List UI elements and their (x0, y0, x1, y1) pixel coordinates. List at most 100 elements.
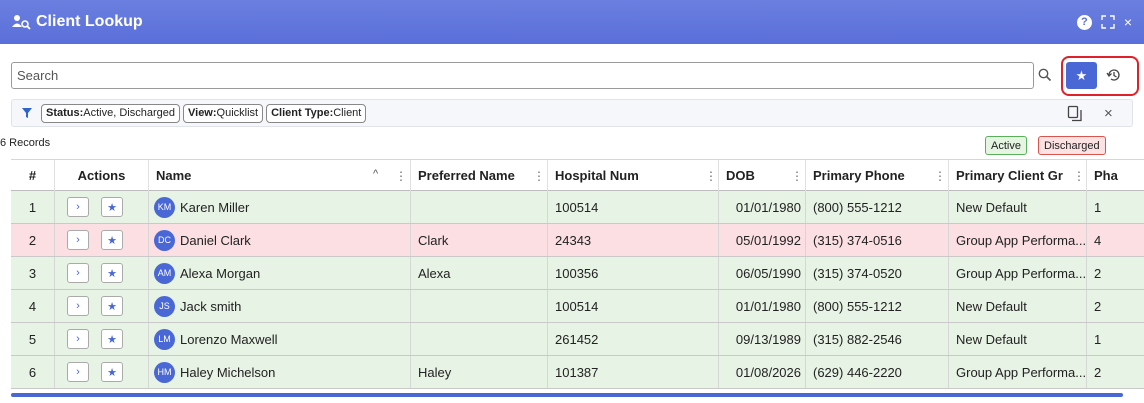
primary-client-group-cell: New Default (949, 323, 1087, 355)
hospital-num-cell: 261452 (548, 323, 719, 355)
open-client-button[interactable]: › (67, 197, 89, 217)
clear-filters-icon[interactable]: × (1104, 105, 1113, 122)
client-name-cell[interactable]: JS Jack smith (149, 290, 411, 322)
row-actions: › ★ (55, 224, 149, 256)
favorite-client-button[interactable]: ★ (101, 230, 123, 250)
table-row[interactable]: 3 › ★ AM Alexa Morgan Alexa 100356 06/05/1990 (3… (11, 257, 1144, 290)
table-row[interactable]: 5 › ★ LM Lorenzo Maxwell 261452 09/13/1989 (315… (11, 323, 1144, 356)
favorite-client-button[interactable]: ★ (101, 263, 123, 283)
open-client-button[interactable]: › (67, 296, 89, 316)
preferred-name-cell (411, 323, 548, 355)
filter-icon[interactable] (21, 107, 33, 119)
client-grid: # Actions Name ^ ⋮ Preferred Name ⋮ Hosp… (11, 159, 1144, 398)
sort-asc-icon[interactable]: ^ (373, 168, 378, 180)
client-name: Haley Michelson (180, 364, 276, 380)
column-menu-icon[interactable]: ⋮ (533, 169, 545, 183)
open-client-button[interactable]: › (67, 230, 89, 250)
primary-phone-cell: (315) 882-2546 (806, 323, 949, 355)
column-menu-icon[interactable]: ⋮ (934, 169, 946, 183)
primary-client-group-cell: Group App Performa... (949, 224, 1087, 256)
col-header-preferred-name-label: Preferred Name (418, 168, 515, 183)
star-icon: ★ (1075, 67, 1088, 83)
col-header-actions[interactable]: Actions (55, 160, 149, 191)
column-menu-icon[interactable]: ⋮ (395, 169, 407, 183)
col-header-hospital-num-label: Hospital Num (555, 168, 639, 183)
col-header-preferred-name[interactable]: Preferred Name ⋮ (411, 160, 548, 191)
dob-cell: 06/05/1990 (719, 257, 806, 289)
client-name-cell[interactable]: DC Daniel Clark (149, 224, 411, 256)
preferred-name-cell: Alexa (411, 257, 548, 289)
client-name: Karen Miller (180, 199, 250, 215)
open-client-button[interactable]: › (67, 329, 89, 349)
filter-chip-view[interactable]: View: Quicklist (183, 103, 264, 123)
open-client-button[interactable]: › (67, 263, 89, 283)
favorite-client-button[interactable]: ★ (101, 296, 123, 316)
window-title: Client Lookup (36, 13, 143, 30)
favorite-client-button[interactable]: ★ (101, 197, 123, 217)
filter-chip-status[interactable]: Status: Active, Discharged (41, 103, 180, 123)
filter-bar: Status: Active, Discharged View: Quicklist… (11, 99, 1133, 127)
avatar: DC (154, 229, 175, 251)
client-name: Lorenzo Maxwell (180, 331, 278, 347)
avatar: AM (154, 262, 175, 284)
col-header-dob-label: DOB (726, 168, 755, 183)
row-actions: › ★ (55, 191, 149, 223)
row-number: 4 (11, 290, 55, 322)
avatar: HM (154, 361, 175, 383)
row-number: 5 (11, 323, 55, 355)
hospital-num-cell: 100514 (548, 191, 719, 223)
horizontal-scrollbar[interactable] (11, 393, 1123, 397)
expand-icon[interactable] (1101, 15, 1115, 29)
client-name-cell[interactable]: AM Alexa Morgan (149, 257, 411, 289)
primary-phone-cell: (315) 374-0520 (806, 257, 949, 289)
client-name-cell[interactable]: KM Karen Miller (149, 191, 411, 223)
column-menu-icon[interactable]: ⋮ (791, 169, 803, 183)
primary-client-group-cell: New Default (949, 191, 1087, 223)
col-header-pha[interactable]: Pha (1087, 160, 1144, 191)
col-header-primary-phone[interactable]: Primary Phone ⋮ (806, 160, 949, 191)
client-name: Jack smith (180, 298, 242, 314)
grid-header: # Actions Name ^ ⋮ Preferred Name ⋮ Hosp… (11, 159, 1144, 191)
col-header-primary-phone-label: Primary Phone (813, 168, 905, 183)
row-number: 2 (11, 224, 55, 256)
row-number: 3 (11, 257, 55, 289)
copy-icon[interactable] (1067, 105, 1083, 122)
favorites-button[interactable]: ★ (1066, 62, 1097, 89)
col-header-primary-client-group[interactable]: Primary Client Gr ⋮ (949, 160, 1087, 191)
favorite-client-button[interactable]: ★ (101, 362, 123, 382)
col-header-dob[interactable]: DOB ⋮ (719, 160, 806, 191)
client-name-cell[interactable]: LM Lorenzo Maxwell (149, 323, 411, 355)
row-actions: › ★ (55, 257, 149, 289)
col-header-hospital-num[interactable]: Hospital Num ⋮ (548, 160, 719, 191)
history-icon[interactable] (1106, 67, 1122, 83)
legend-active: Active (985, 136, 1027, 155)
search-input[interactable] (11, 62, 1034, 89)
client-name-cell[interactable]: HM Haley Michelson (149, 356, 411, 388)
pha-cell: 1 (1094, 331, 1102, 347)
primary-phone-cell: (800) 555-1212 (806, 191, 949, 223)
col-header-name[interactable]: Name ^ ⋮ (149, 160, 411, 191)
filter-chip-client-type[interactable]: Client Type: Client (266, 103, 367, 123)
row-actions: › ★ (55, 323, 149, 355)
table-row[interactable]: 2 › ★ DC Daniel Clark Clark 24343 05/01/1992 (31… (11, 224, 1144, 257)
hospital-num-cell: 100514 (548, 290, 719, 322)
col-header-number[interactable]: # (11, 160, 55, 191)
column-menu-icon[interactable]: ⋮ (705, 169, 717, 183)
table-row[interactable]: 6 › ★ HM Haley Michelson Haley 101387 01/08/202… (11, 356, 1144, 389)
dob-cell: 01/08/2026 (719, 356, 806, 388)
search-icon[interactable] (1037, 67, 1053, 83)
table-row[interactable]: 4 › ★ JS Jack smith 100514 01/01/1980 (800) 555… (11, 290, 1144, 323)
close-window-icon[interactable]: × (1124, 15, 1132, 29)
help-icon[interactable]: ? (1076, 14, 1092, 30)
avatar: JS (154, 295, 175, 317)
favorite-client-button[interactable]: ★ (101, 329, 123, 349)
preferred-name-cell (411, 290, 548, 322)
avatar: KM (154, 196, 175, 218)
table-row[interactable]: 1 › ★ KM Karen Miller 100514 01/01/1980 (800) 5… (11, 191, 1144, 224)
preferred-name-cell: Clark (411, 224, 548, 256)
column-menu-icon[interactable]: ⋮ (1073, 169, 1085, 183)
open-client-button[interactable]: › (67, 362, 89, 382)
pha-cell: 1 (1094, 199, 1102, 215)
record-count: 6 Records (0, 137, 51, 149)
primary-phone-cell: (800) 555-1212 (806, 290, 949, 322)
